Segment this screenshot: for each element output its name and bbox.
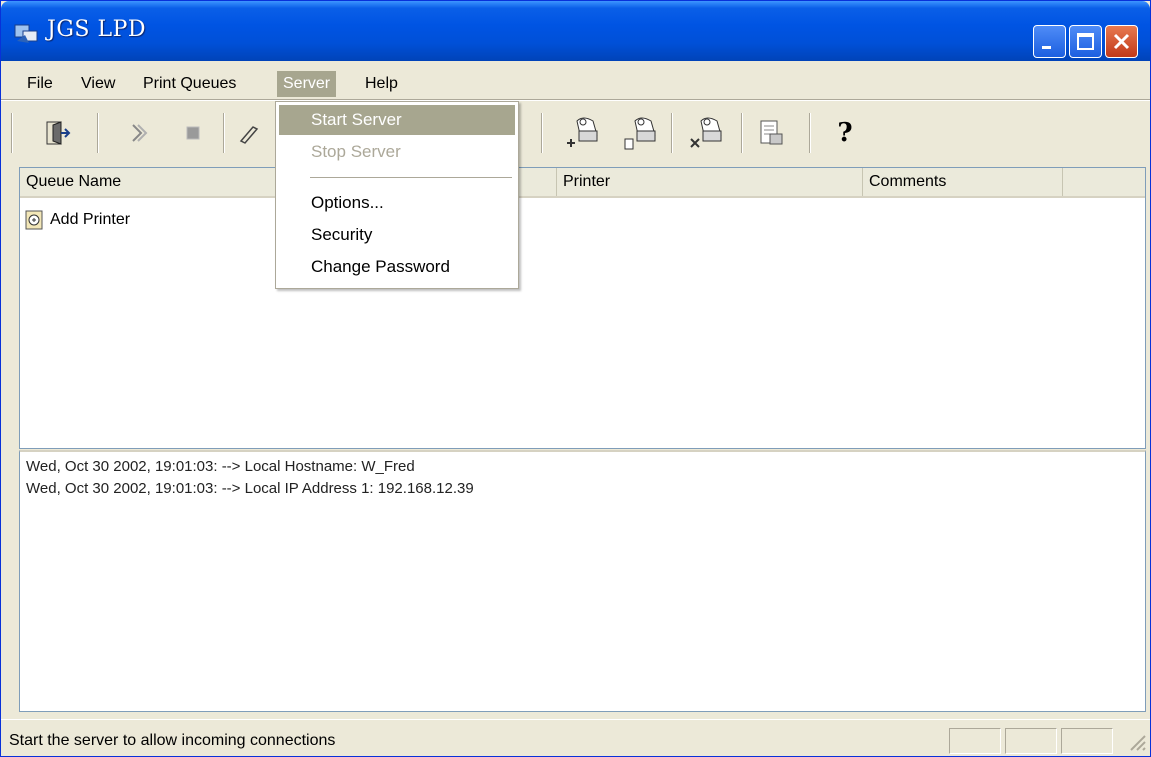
close-button[interactable] bbox=[1105, 25, 1138, 58]
menu-divider bbox=[1, 99, 1150, 101]
column-printer[interactable]: Printer bbox=[557, 168, 863, 196]
menu-separator bbox=[310, 177, 512, 178]
status-panel bbox=[1005, 728, 1057, 754]
menu-item-start-server[interactable]: Start Server bbox=[279, 105, 515, 135]
title-bar[interactable]: JGS LPD bbox=[1, 1, 1150, 61]
edit-button[interactable] bbox=[227, 111, 271, 155]
menu-item-security[interactable]: Security bbox=[279, 220, 515, 250]
printer-properties-button[interactable] bbox=[619, 111, 663, 155]
menu-file[interactable]: File bbox=[21, 71, 59, 97]
status-panel bbox=[949, 728, 1001, 754]
resize-grip-icon[interactable] bbox=[1125, 730, 1147, 752]
toolbar-separator bbox=[541, 113, 543, 153]
column-comments[interactable]: Comments bbox=[863, 168, 1063, 196]
menu-print-queues[interactable]: Print Queues bbox=[137, 71, 242, 97]
menu-item-options[interactable]: Options... bbox=[279, 188, 515, 218]
log-line: Wed, Oct 30 2002, 19:01:03: --> Local IP… bbox=[26, 480, 474, 497]
edit-icon bbox=[239, 126, 259, 144]
toolbar-separator bbox=[809, 113, 811, 153]
minimize-button[interactable] bbox=[1033, 25, 1066, 58]
status-text: Start the server to allow incoming conne… bbox=[9, 732, 336, 749]
toolbar-separator bbox=[671, 113, 673, 153]
maximize-button[interactable] bbox=[1069, 25, 1102, 58]
list-header: Queue Name Printer Comments bbox=[20, 168, 1145, 198]
close-icon bbox=[1113, 33, 1130, 50]
stop-icon bbox=[186, 126, 200, 140]
log-line: Wed, Oct 30 2002, 19:01:03: --> Local Ho… bbox=[26, 458, 415, 475]
delete-printer-button[interactable] bbox=[685, 111, 729, 155]
minimize-icon bbox=[1042, 46, 1051, 49]
menu-server[interactable]: Server bbox=[277, 71, 337, 97]
add-printer-icon bbox=[25, 210, 43, 230]
stop-button[interactable] bbox=[171, 111, 215, 155]
status-bar: Start the server to allow incoming conne… bbox=[1, 719, 1150, 756]
exit-button[interactable] bbox=[35, 111, 79, 155]
menu-bar: File View Print Queues Server Help bbox=[1, 67, 1150, 99]
menu-help[interactable]: Help bbox=[359, 71, 404, 97]
add-printer-button[interactable] bbox=[561, 111, 605, 155]
status-panel bbox=[1061, 728, 1113, 754]
menu-item-stop-server[interactable]: Stop Server bbox=[279, 137, 515, 167]
server-menu-dropdown: Start Server Stop Server Options... Secu… bbox=[275, 101, 519, 289]
printer-properties-icon bbox=[624, 117, 656, 150]
start-button[interactable] bbox=[117, 111, 161, 155]
queue-icon bbox=[760, 120, 783, 145]
help-icon: ? bbox=[837, 118, 853, 148]
log-pane[interactable]: Wed, Oct 30 2002, 19:01:03: --> Local Ho… bbox=[19, 450, 1146, 712]
toolbar-separator bbox=[223, 113, 225, 153]
help-button[interactable]: ? bbox=[823, 111, 867, 155]
toolbar: ? bbox=[11, 105, 1146, 161]
app-window: JGS LPD File View Print Queues Server He… bbox=[0, 0, 1151, 757]
window-title: JGS LPD bbox=[47, 17, 147, 42]
add-printer-icon bbox=[567, 117, 598, 147]
app-icon bbox=[14, 24, 38, 43]
queue-button[interactable] bbox=[749, 111, 793, 155]
queue-list[interactable]: Queue Name Printer Comments Add Printer bbox=[19, 167, 1146, 449]
toolbar-grip bbox=[11, 113, 13, 153]
list-item-label: Add Printer bbox=[50, 211, 131, 228]
maximize-icon bbox=[1077, 33, 1094, 50]
list-item[interactable]: Add Printer bbox=[24, 206, 130, 234]
start-icon bbox=[132, 124, 148, 142]
menu-item-change-password[interactable]: Change Password bbox=[279, 252, 515, 282]
delete-printer-icon bbox=[690, 117, 722, 148]
toolbar-separator bbox=[741, 113, 743, 153]
toolbar-separator bbox=[97, 113, 99, 153]
exit-icon bbox=[46, 121, 71, 145]
menu-view[interactable]: View bbox=[75, 71, 121, 97]
